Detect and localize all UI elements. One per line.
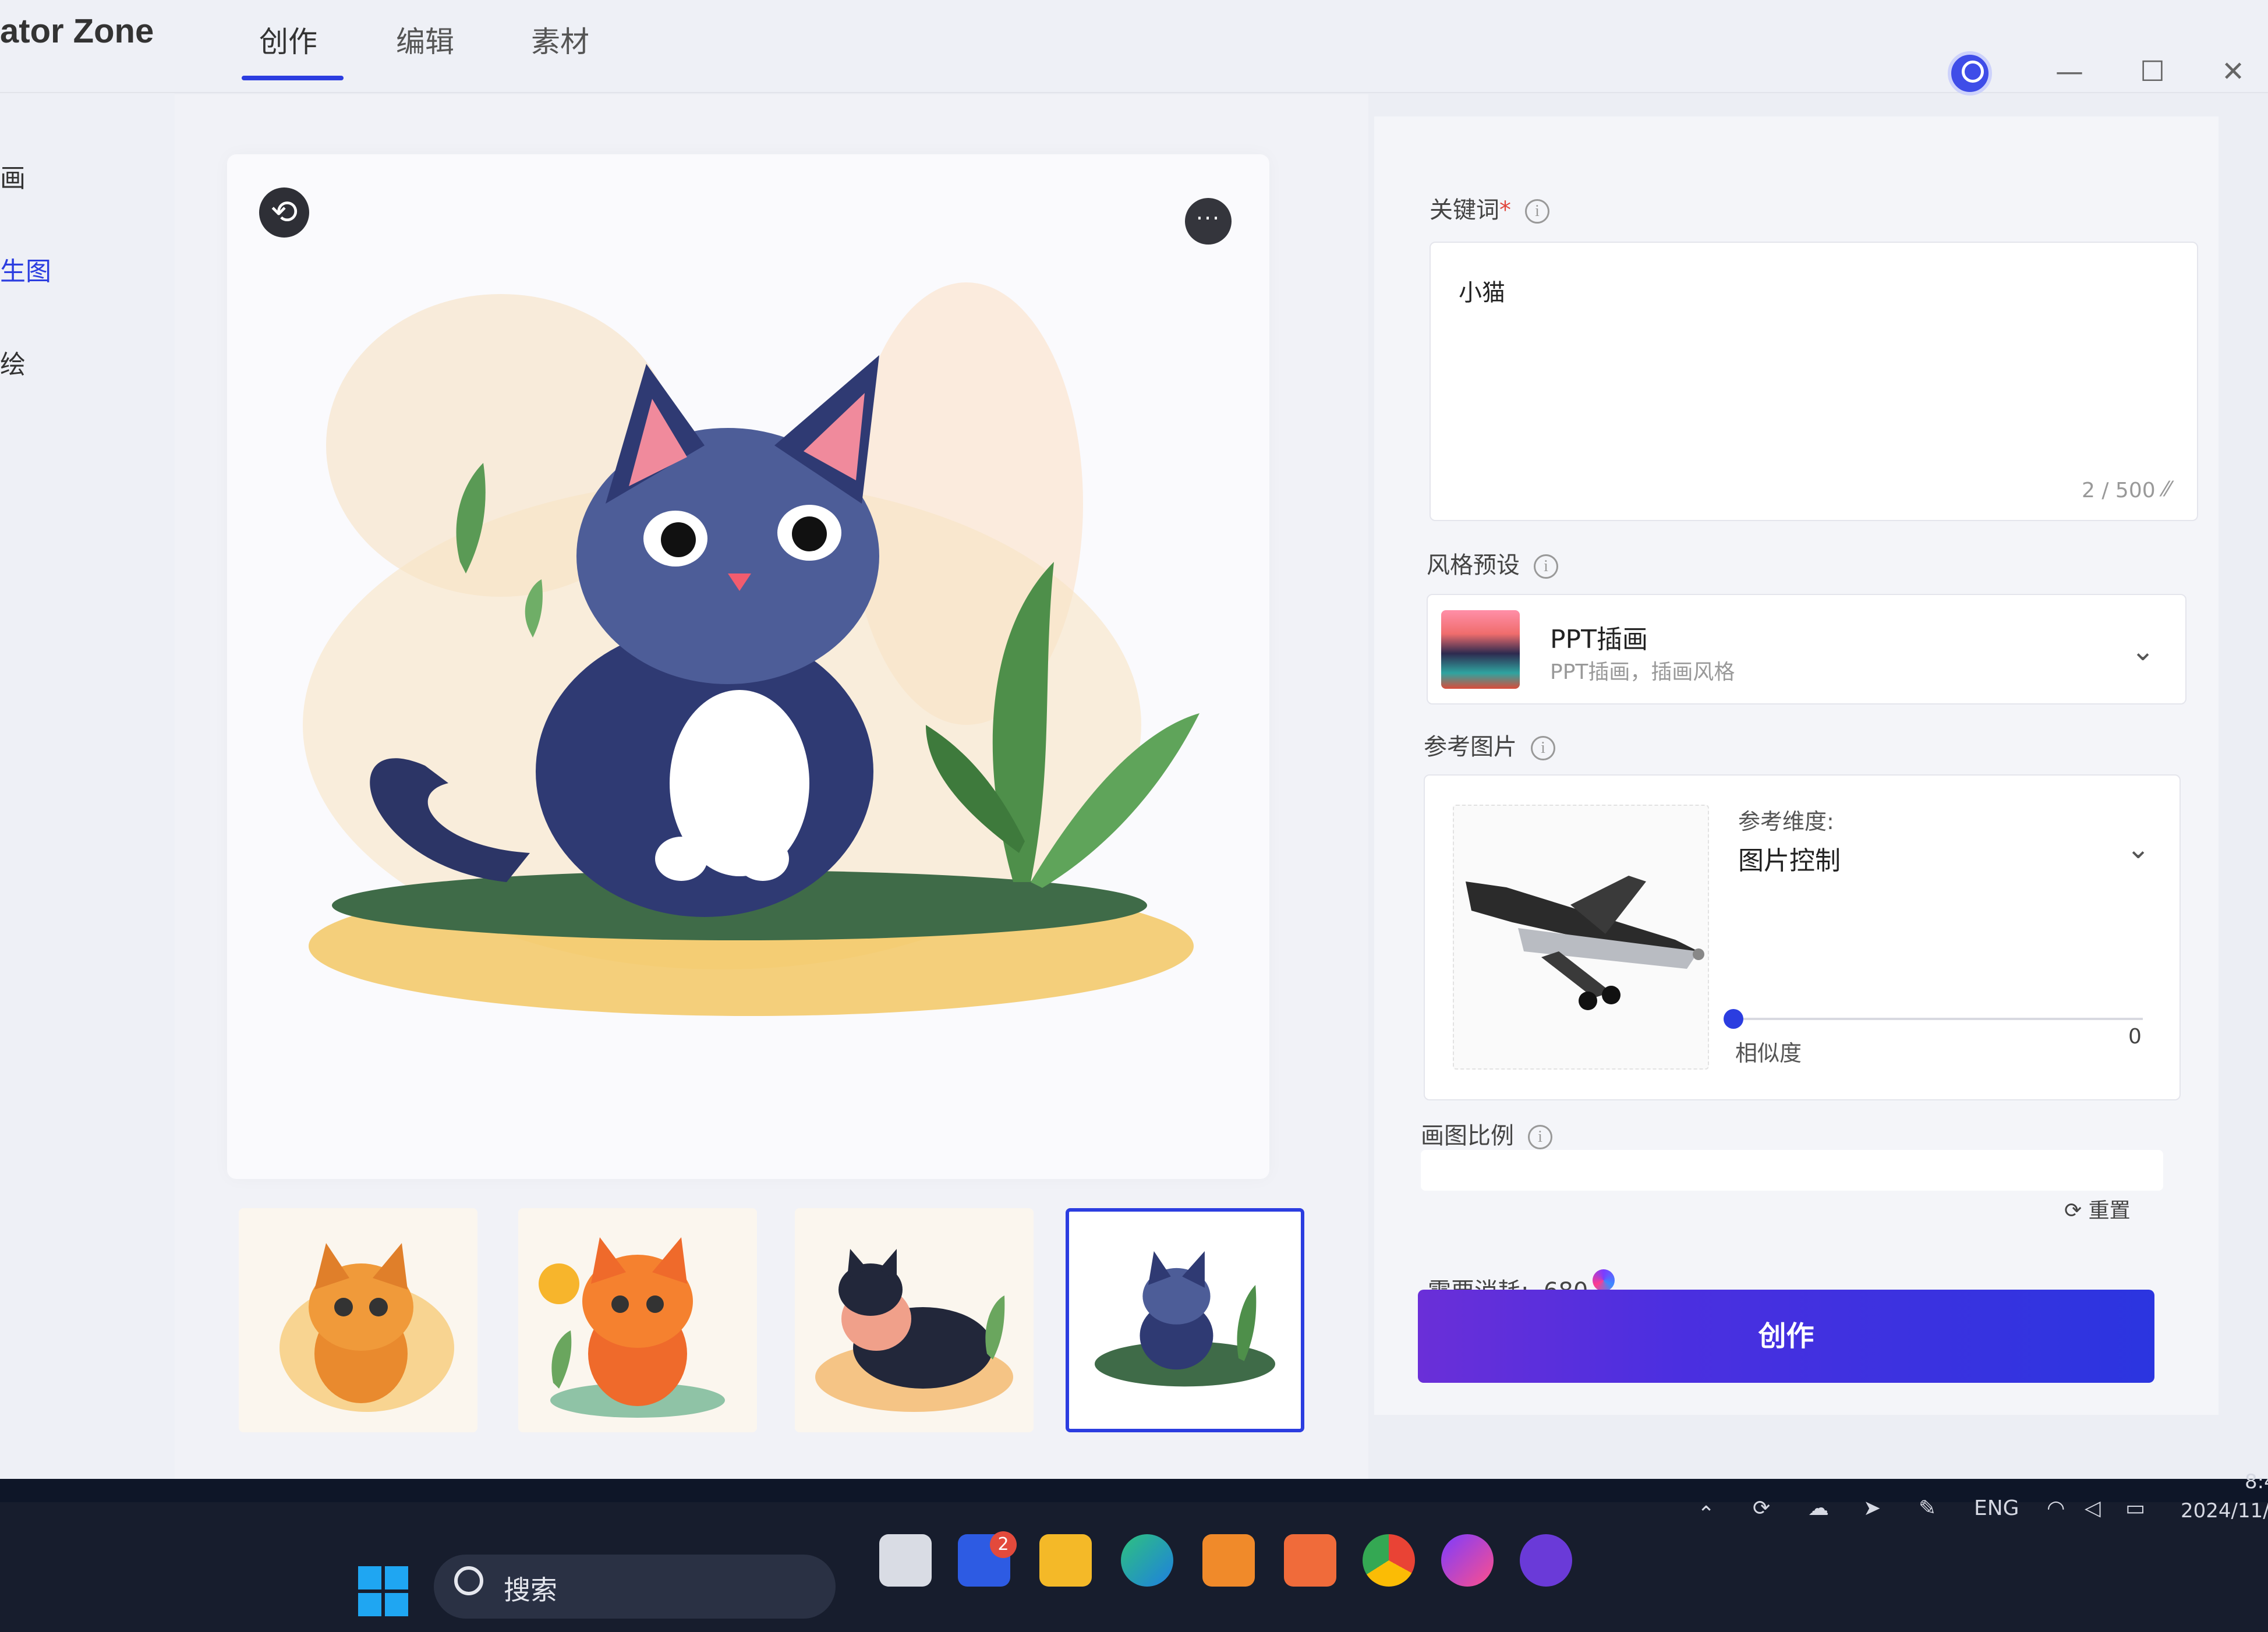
info-icon[interactable]: i [1534, 554, 1558, 579]
reference-dimension-select[interactable]: 图片控制 [1738, 840, 1841, 877]
office-app-icon[interactable] [1284, 1534, 1336, 1587]
sidebar [0, 93, 175, 1491]
reference-dimension-label: 参考维度: [1738, 809, 1834, 834]
generated-image-preview [227, 154, 1269, 1179]
reference-image-label: 参考图片 i [1424, 728, 1555, 762]
aspect-ratio-label-text: 画图比例 [1421, 1123, 1514, 1149]
reference-image-upload[interactable] [1453, 805, 1709, 1070]
sidebar-item-paint[interactable]: 绘 [0, 344, 26, 381]
required-mark: * [1499, 197, 1511, 224]
similarity-slider-handle[interactable] [1724, 1009, 1743, 1029]
undo-arrow-icon[interactable]: ⟲ [259, 187, 309, 238]
style-preset-select[interactable] [1427, 594, 2186, 705]
refresh-icon: ⟳ [2064, 1199, 2089, 1223]
more-options-button[interactable]: ··· [1185, 198, 1232, 245]
aspect-ratio-label: 画图比例 i [1421, 1117, 1552, 1150]
language-indicator[interactable]: ENG [1974, 1496, 2019, 1520]
thumbnail-1[interactable] [239, 1208, 477, 1432]
keyword-value: 小猫 [1459, 279, 1505, 306]
tray-chevron-up-icon[interactable]: ⌃ [1697, 1502, 1715, 1526]
style-preset-label: 风格预设 i [1427, 546, 1558, 580]
volume-icon[interactable]: ◁ [2085, 1496, 2101, 1520]
style-preset-thumbnail [1441, 610, 1520, 689]
style-preset-label-text: 风格预设 [1427, 552, 1520, 579]
credit-gem-icon [1593, 1269, 1615, 1291]
reader-app-icon[interactable] [1202, 1534, 1255, 1587]
tab-assets[interactable]: 素材 [531, 19, 589, 61]
battery-icon[interactable]: ▭ [2125, 1496, 2145, 1520]
reset-label: 重置 [2088, 1199, 2131, 1223]
cloud-off-icon[interactable]: ☁ [1808, 1496, 1829, 1520]
sync-icon[interactable]: ⟳ [1753, 1496, 1770, 1520]
gray-cat-plant-image [1094, 1251, 1276, 1387]
tab-create[interactable]: 创作 [259, 19, 317, 61]
reset-button[interactable]: ⟳ 重置 [2064, 1194, 2131, 1224]
maximize-button[interactable]: ☐ [2140, 55, 2165, 88]
search-placeholder: 搜索 [504, 1574, 557, 1606]
thumbnail-2[interactable] [518, 1208, 757, 1432]
close-button[interactable]: ✕ [2221, 55, 2245, 88]
title-bar: ator Zone 创作 编辑 素材 [0, 0, 2268, 93]
cat-illustration [303, 282, 1200, 1016]
info-icon[interactable]: i [1531, 736, 1555, 760]
airplane-image [1466, 876, 1704, 1010]
sidebar-item-generate[interactable]: 生图 [0, 250, 51, 288]
location-arrow-icon[interactable]: ➤ [1863, 1496, 1881, 1520]
tab-edit[interactable]: 编辑 [396, 19, 454, 61]
chevron-down-icon[interactable]: ⌄ [2131, 635, 2154, 667]
edge-browser-icon[interactable] [1121, 1534, 1173, 1587]
orange-kitten-image [279, 1243, 454, 1412]
thumbnail-4[interactable] [1066, 1208, 1304, 1432]
minimize-button[interactable]: — [2055, 55, 2083, 88]
resize-handle-icon[interactable]: ⁄⁄ [2163, 477, 2170, 501]
style-preset-name: PPT插画 [1550, 625, 1648, 654]
clock-date[interactable]: 2024/11/2 [2181, 1499, 2268, 1523]
notification-badge: 2 [990, 1531, 1017, 1558]
pen-icon[interactable]: ✎ [1919, 1496, 1936, 1520]
copilot-icon[interactable] [1441, 1534, 1494, 1587]
aspect-ratio-selector[interactable] [1421, 1150, 2163, 1191]
info-icon[interactable]: i [1525, 199, 1549, 224]
sidebar-item-draw[interactable]: 画 [0, 157, 26, 194]
windows-start-icon[interactable] [358, 1566, 408, 1616]
info-icon[interactable]: i [1528, 1125, 1552, 1149]
search-icon [454, 1566, 483, 1595]
user-avatar-icon[interactable] [1948, 51, 1992, 95]
similarity-slider-track[interactable] [1732, 1018, 2143, 1020]
keyword-char-counter: 2 / 500 [2082, 479, 2156, 502]
assistant-icon[interactable] [1520, 1534, 1572, 1587]
style-preset-description: PPT插画，插画风格 [1550, 660, 1735, 684]
create-button[interactable]: 创作 [1418, 1290, 2154, 1383]
wifi-icon[interactable]: ◠ [2047, 1496, 2065, 1520]
file-explorer-icon[interactable] [1039, 1534, 1092, 1587]
similarity-label: 相似度 [1735, 1040, 1802, 1066]
reference-image-label-text: 参考图片 [1424, 734, 1517, 760]
app-title: ator Zone [0, 12, 154, 50]
orange-cat-flowers-image [539, 1237, 725, 1418]
taskbar-search-input[interactable] [434, 1555, 836, 1619]
chrome-icon[interactable] [1363, 1534, 1415, 1587]
black-cat-lying-image [815, 1249, 1013, 1412]
task-view-icon[interactable] [879, 1534, 932, 1587]
keyword-label: 关键词* i [1430, 191, 1549, 225]
active-tab-indicator [242, 76, 344, 80]
keyword-label-text: 关键词 [1430, 197, 1499, 224]
thumbnail-3[interactable] [795, 1208, 1034, 1432]
clock-time[interactable]: 8:4 [2245, 1470, 2268, 1493]
chevron-down-icon[interactable]: ⌄ [2127, 833, 2150, 865]
similarity-value: 0 [2128, 1025, 2142, 1049]
